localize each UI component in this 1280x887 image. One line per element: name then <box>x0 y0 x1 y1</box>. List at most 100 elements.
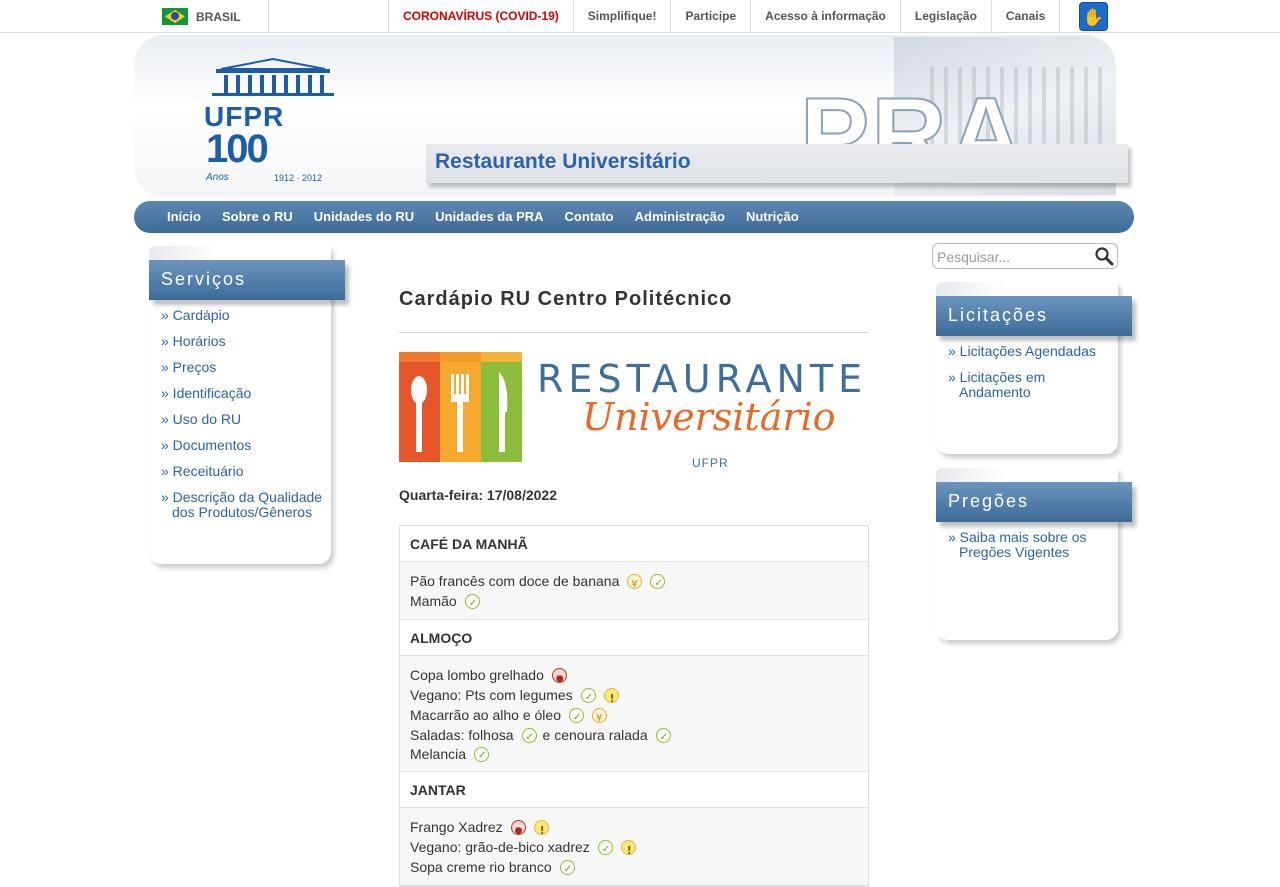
menu-item-text: Vegano: grão-de-bico xadrez <box>410 839 590 855</box>
banner-word-universitario: Universitário <box>582 395 836 439</box>
services-list: » Cardápio » Horários » Preços » Identif… <box>161 308 331 531</box>
gov-link-legislacao[interactable]: Legislação <box>899 0 991 33</box>
nav-item-administracao[interactable]: Administração <box>635 201 725 233</box>
site-title[interactable]: Restaurante Universitário <box>435 150 691 174</box>
licitacoes-box: Licitações » Licitações Agendadas » Lici… <box>936 282 1132 454</box>
vegan-icon <box>580 687 596 708</box>
knife-icon <box>481 352 522 462</box>
sidebar-item-precos[interactable]: » Preços <box>161 360 331 375</box>
services-title: Serviços <box>149 246 345 300</box>
pregoes-title: Pregões <box>936 468 1132 522</box>
allergen-icon <box>620 839 636 861</box>
sidebar-item-identificacao[interactable]: » Identificação <box>161 386 331 401</box>
gov-links: CORONAVÍRUS (COVID-19) Simplifique! Part… <box>388 0 1061 33</box>
licitacoes-item-agendadas[interactable]: » Licitações Agendadas <box>948 344 1118 359</box>
brasil-label: BRASIL <box>196 9 241 24</box>
section-title-almoco: ALMOÇO <box>400 620 868 656</box>
banner-word-restaurante: RESTAURANTE <box>537 357 868 401</box>
sidebar-item-horarios[interactable]: » Horários <box>161 334 331 349</box>
menu-table: CAFÉ DA MANHÃ Pão francês com doce de ba… <box>399 525 869 887</box>
logo-years-text: 1912 · 2012 <box>274 173 323 183</box>
pregoes-list: » Saiba mais sobre os Pregões Vigentes <box>948 530 1118 571</box>
pregoes-item-vigentes[interactable]: » Saiba mais sobre os Pregões Vigentes <box>948 530 1118 560</box>
section-body-cafe: Pão francês com doce de banana Mamão <box>400 562 868 620</box>
menu-item-text: Mamão <box>410 593 457 609</box>
allergen-icon <box>603 687 619 709</box>
divider <box>268 0 269 33</box>
sidebar-item-documentos[interactable]: » Documentos <box>161 438 331 453</box>
menu-item-text: Sopa creme rio branco <box>410 859 552 875</box>
ru-banner: RESTAURANTE Universitário UFPR <box>399 352 869 472</box>
menu-item-text: Copa lombo grelhado <box>410 667 544 683</box>
menu-item: Pão francês com doce de banana <box>410 571 858 595</box>
licitacoes-item-andamento[interactable]: » Licitações em Andamento <box>948 370 1118 400</box>
building-logo-icon <box>212 57 334 96</box>
licitacoes-list: » Licitações Agendadas » Licitações em A… <box>948 344 1118 411</box>
sidebar-item-qualidade[interactable]: » Descrição da Qualidade dos Produtos/Gê… <box>161 490 331 520</box>
meat-icon <box>551 667 567 689</box>
gluten-icon <box>592 707 607 729</box>
page-title: Cardápio RU Centro Politécnico <box>399 288 733 310</box>
ufpr-logo[interactable]: UFPR 100 Anos 1912 · 2012 <box>204 57 344 192</box>
ru-icon-blocks <box>399 352 522 462</box>
menu-item-text: Saladas: folhosa <box>410 727 514 743</box>
menu-item-text: Frango Xadrez <box>410 819 503 835</box>
pregoes-box: Pregões » Saiba mais sobre os Pregões Vi… <box>936 468 1132 640</box>
section-title-cafe: CAFÉ DA MANHÃ <box>400 526 868 562</box>
menu-date: Quarta-feira: 17/08/2022 <box>399 487 557 503</box>
vegan-icon <box>650 573 666 594</box>
hand-sign-icon[interactable]: ✋ <box>1079 2 1108 31</box>
menu-item: Melancia <box>410 745 858 765</box>
sidebar-item-receituario[interactable]: » Receituário <box>161 464 331 479</box>
gov-bar: BRASIL CORONAVÍRUS (COVID-19) Simplifiqu… <box>0 0 1280 33</box>
main-nav: Início Sobre o RU Unidades do RU Unidade… <box>134 201 1134 233</box>
gov-link-covid[interactable]: CORONAVÍRUS (COVID-19) <box>388 0 573 33</box>
menu-item-text: Pão francês com doce de banana <box>410 573 620 589</box>
divider <box>399 332 869 333</box>
menu-item: Frango Xadrez <box>410 817 858 841</box>
gov-link-participe[interactable]: Participe <box>670 0 750 33</box>
nav-item-unidades-pra[interactable]: Unidades da PRA <box>435 201 543 233</box>
menu-item-text: Vegano: Pts com legumes <box>410 687 573 703</box>
menu-item: Sopa creme rio branco <box>410 857 858 880</box>
title-bar: Restaurante Universitário <box>426 144 1128 183</box>
vegan-icon <box>474 746 490 765</box>
vegan-icon <box>569 707 584 728</box>
nav-item-contato[interactable]: Contato <box>565 201 614 233</box>
menu-item: Vegano: Pts com legumes <box>410 685 858 709</box>
vegan-icon <box>597 839 613 860</box>
menu-item: Vegano: grão-de-bico xadrez <box>410 837 858 861</box>
gov-link-acesso[interactable]: Acesso à informação <box>750 0 900 33</box>
banner-ufpr: UFPR <box>692 456 729 470</box>
spoon-icon <box>399 352 440 462</box>
sidebar-item-uso[interactable]: » Uso do RU <box>161 412 331 427</box>
vegan-icon <box>559 859 575 880</box>
menu-item: Copa lombo grelhado <box>410 665 858 689</box>
menu-item-text: Macarrão ao alho e óleo <box>410 707 561 723</box>
sidebar-item-cardapio[interactable]: » Cardápio <box>161 308 331 323</box>
nav-items: Início Sobre o RU Unidades do RU Unidade… <box>167 201 820 233</box>
search-input[interactable] <box>937 248 1089 266</box>
nav-item-sobre[interactable]: Sobre o RU <box>222 201 293 233</box>
brasil-link[interactable]: BRASIL <box>162 8 241 25</box>
vegan-icon <box>521 727 537 748</box>
meat-icon <box>510 819 526 841</box>
nav-item-nutricao[interactable]: Nutrição <box>746 201 799 233</box>
section-title-jantar: JANTAR <box>400 772 868 808</box>
menu-item-text: Melancia <box>410 746 467 762</box>
search-box <box>932 243 1118 269</box>
gov-link-simplifique[interactable]: Simplifique! <box>572 0 671 33</box>
gluten-icon <box>627 573 643 595</box>
search-icon[interactable] <box>1094 246 1114 266</box>
nav-item-unidades-ru[interactable]: Unidades do RU <box>314 201 414 233</box>
site-header: PRA UFPR 100 Anos 1912 · 2012 Restaurant… <box>134 33 1134 201</box>
services-box: Serviços » Cardápio » Horários » Preços … <box>149 246 345 564</box>
brazil-flag-icon <box>162 8 188 25</box>
fork-icon <box>440 352 481 462</box>
menu-item: Macarrão ao alho e óleo <box>410 705 858 729</box>
logo-100-text: 100 <box>206 127 269 171</box>
gov-link-canais[interactable]: Canais <box>990 0 1061 33</box>
logo-anos-text: Anos <box>206 172 229 183</box>
nav-item-inicio[interactable]: Início <box>167 201 201 233</box>
menu-item: Saladas: folhosa e cenoura ralada <box>410 725 858 748</box>
